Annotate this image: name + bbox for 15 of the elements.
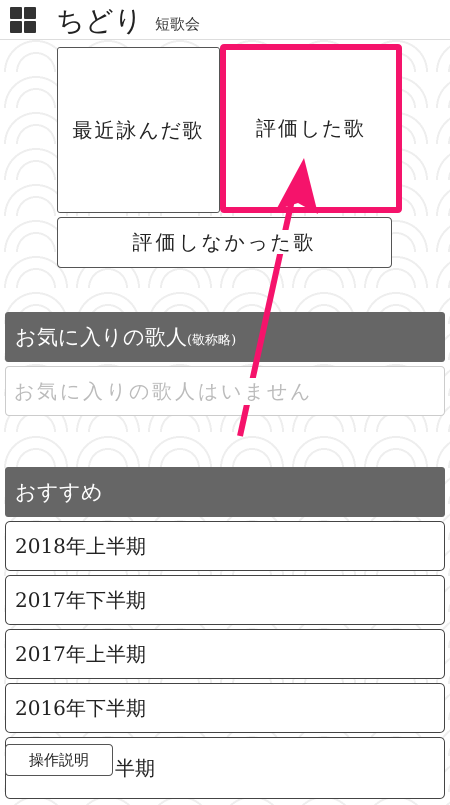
song-list-button[interactable]: 最近詠んだ歌 xyxy=(57,47,220,213)
app-title: ちどり xyxy=(56,3,143,39)
song-list-button[interactable]: 評価しなかった歌 xyxy=(57,217,392,268)
list-item[interactable]: 2018年上半期 xyxy=(5,521,445,571)
list-item[interactable]: 2016年下半期 xyxy=(5,683,445,733)
song-list-button[interactable]: 評価した歌 xyxy=(220,44,402,213)
section-heading: おすすめ xyxy=(5,467,445,517)
app-subtitle: 短歌会 xyxy=(155,15,200,34)
section-heading: お気に入りの歌人 xyxy=(15,324,187,351)
list-item[interactable]: 2017年下半期 xyxy=(5,575,445,625)
heading-note: (敬称略) xyxy=(187,332,236,349)
help-button[interactable]: 操作説明 xyxy=(5,744,113,776)
list-item[interactable]: 2017年上半期 xyxy=(5,629,445,679)
empty-message: お気に入りの歌人はいません xyxy=(5,366,445,416)
menu-icon[interactable] xyxy=(10,7,36,33)
